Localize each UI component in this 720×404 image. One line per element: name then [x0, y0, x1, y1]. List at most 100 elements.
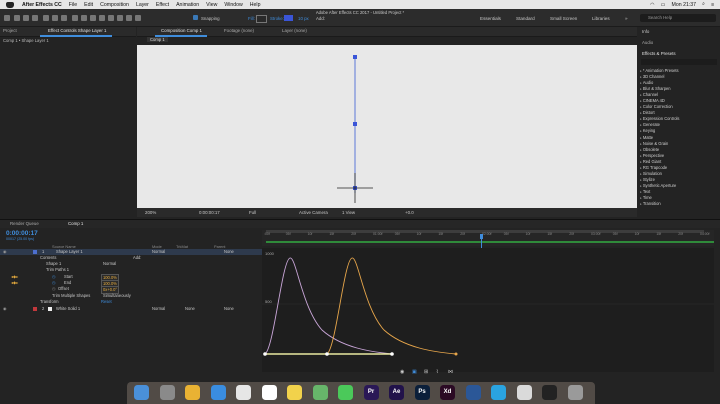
- layer-mode[interactable]: Normal: [152, 306, 165, 312]
- dock-pr-icon[interactable]: Pr: [363, 385, 379, 400]
- prop-trim-row[interactable]: Trim Paths 1: [0, 267, 262, 273]
- prop-offset-row[interactable]: ◷ Offset 0x+0.0°: [0, 286, 262, 294]
- comp-subtab[interactable]: Comp 1: [147, 37, 168, 42]
- tab-effect-controls[interactable]: Effect Controls Shape Layer 1: [48, 28, 107, 33]
- tab-footage[interactable]: Footage (none): [224, 28, 254, 33]
- add-label[interactable]: Add:: [316, 16, 325, 21]
- dock-notes-icon[interactable]: [287, 385, 302, 400]
- workspace-standard[interactable]: Standard: [516, 16, 535, 21]
- eraser-tool-icon[interactable]: [117, 15, 123, 21]
- pen-tool-icon[interactable]: [81, 15, 87, 21]
- workspace-libraries[interactable]: Libraries: [592, 16, 610, 21]
- dock-finder-icon[interactable]: [134, 385, 149, 400]
- tab-info[interactable]: Info: [642, 29, 649, 34]
- dock-messages-icon[interactable]: [338, 385, 353, 400]
- pan-behind-tool-icon[interactable]: [61, 15, 67, 21]
- tab-render-queue[interactable]: Render Queue: [10, 221, 39, 226]
- battery-icon[interactable]: ▭: [661, 2, 666, 8]
- wifi-icon[interactable]: ◠: [650, 2, 655, 8]
- composition-canvas[interactable]: [137, 45, 637, 208]
- menu-edit[interactable]: Edit: [84, 2, 93, 8]
- transform-reset[interactable]: Reset: [101, 299, 112, 305]
- layer-parent[interactable]: None: [224, 306, 234, 312]
- fill-swatch[interactable]: [256, 15, 267, 23]
- tab-effects-presets[interactable]: Effects & Presets: [642, 51, 676, 56]
- zoom-tool-icon[interactable]: [32, 15, 38, 21]
- menu-file[interactable]: File: [69, 2, 77, 8]
- snapping-checkbox[interactable]: [193, 15, 198, 20]
- graph-eye-icon[interactable]: ◉: [400, 369, 404, 375]
- layer-row-solid[interactable]: ◉ 2 White Solid 1 Normal None None: [0, 306, 262, 312]
- dock-trash-icon[interactable]: [567, 385, 583, 400]
- effect-category[interactable]: Transition: [640, 201, 718, 207]
- dock-preview-icon[interactable]: [516, 385, 532, 400]
- rotate-tool-icon[interactable]: [43, 15, 49, 21]
- brush-tool-icon[interactable]: [99, 15, 105, 21]
- visibility-eye-icon[interactable]: ◉: [3, 306, 7, 312]
- camera-select[interactable]: Active Camera: [299, 210, 328, 215]
- tab-composition[interactable]: Composition Comp 1: [161, 28, 202, 33]
- spotlight-icon[interactable]: ⌕: [702, 1, 705, 8]
- search-help-input[interactable]: Search Help: [640, 14, 716, 22]
- rectangle-tool-icon[interactable]: [72, 15, 78, 21]
- dock-maps-icon[interactable]: [312, 385, 328, 400]
- workspace-more-icon[interactable]: »: [625, 16, 628, 21]
- fill-label[interactable]: Fill:: [248, 16, 255, 21]
- menu-animation[interactable]: Animation: [176, 2, 199, 8]
- layer-name[interactable]: White Solid 1: [56, 306, 80, 312]
- workspace-small-screen[interactable]: Small Screen: [550, 16, 577, 21]
- resolution-select[interactable]: Full: [249, 210, 256, 215]
- menu-help[interactable]: Help: [250, 2, 261, 8]
- menu-effect[interactable]: Effect: [156, 2, 169, 8]
- hand-tool-icon[interactable]: [23, 15, 29, 21]
- dock-chrome-icon[interactable]: [185, 385, 200, 400]
- views-select[interactable]: 1 View: [342, 210, 355, 215]
- dock-xd-icon[interactable]: Xd: [440, 385, 455, 400]
- stopwatch-icon[interactable]: ◷: [52, 286, 56, 292]
- label-color-swatch[interactable]: [33, 307, 37, 311]
- dock-word-icon[interactable]: [465, 385, 481, 400]
- dock-launchpad-icon[interactable]: [159, 385, 175, 400]
- dock-ps-icon[interactable]: Ps: [414, 385, 430, 400]
- prop-transform[interactable]: Transform: [40, 299, 59, 305]
- clone-stamp-tool-icon[interactable]: [108, 15, 114, 21]
- graph-separate-icon[interactable]: ⋈: [448, 369, 453, 375]
- effects-search-input[interactable]: [641, 59, 717, 65]
- menu-view[interactable]: View: [206, 2, 217, 8]
- puppet-tool-icon[interactable]: [135, 15, 141, 21]
- layer-trkmat[interactable]: None: [185, 306, 195, 312]
- stroke-swatch[interactable]: [284, 15, 293, 21]
- tab-timeline-comp[interactable]: Comp 1: [68, 221, 83, 226]
- timeline-timecode[interactable]: 0:00:00:17: [6, 230, 38, 237]
- label-color-swatch[interactable]: [33, 250, 37, 254]
- menu-app-name[interactable]: After Effects CC: [22, 2, 62, 8]
- dock-calendar-icon[interactable]: [261, 385, 277, 400]
- selection-tool-icon[interactable]: [14, 15, 20, 21]
- stroke-width[interactable]: 10 px: [298, 16, 309, 21]
- menu-window[interactable]: Window: [224, 2, 242, 8]
- tab-audio[interactable]: Audio: [642, 40, 653, 45]
- tab-project[interactable]: Project: [3, 28, 17, 33]
- apple-icon[interactable]: [6, 1, 14, 8]
- exposure-value[interactable]: +0.0: [405, 210, 414, 215]
- stroke-label[interactable]: Stroke:: [270, 16, 284, 21]
- dock-photos-icon[interactable]: [236, 385, 251, 400]
- menubar-clock[interactable]: Mon 21:37: [672, 2, 697, 8]
- dock-safari-icon[interactable]: [210, 385, 226, 400]
- magnification[interactable]: 200%: [145, 210, 156, 215]
- camera-tool-icon[interactable]: [52, 15, 58, 21]
- workspace-essentials[interactable]: Essentials: [480, 16, 501, 21]
- graph-edit-icon[interactable]: ⊞: [424, 369, 428, 375]
- graph-fit-icon[interactable]: ▣: [412, 369, 417, 375]
- type-tool-icon[interactable]: [90, 15, 96, 21]
- comp-timecode[interactable]: 0:00:00:17: [199, 210, 220, 215]
- tab-layer[interactable]: Layer (none): [282, 28, 307, 33]
- menu-layer[interactable]: Layer: [136, 2, 149, 8]
- graph-easy-ease-icon[interactable]: ⌇: [436, 369, 438, 375]
- dock-terminal-icon[interactable]: [542, 385, 557, 400]
- graph-editor[interactable]: 1000 500: [262, 248, 714, 372]
- roto-brush-tool-icon[interactable]: [126, 15, 132, 21]
- menu-list-icon[interactable]: ≡: [711, 2, 714, 8]
- prop-transform-row[interactable]: Transform Reset: [0, 299, 262, 305]
- dock-skype-icon[interactable]: [491, 385, 506, 400]
